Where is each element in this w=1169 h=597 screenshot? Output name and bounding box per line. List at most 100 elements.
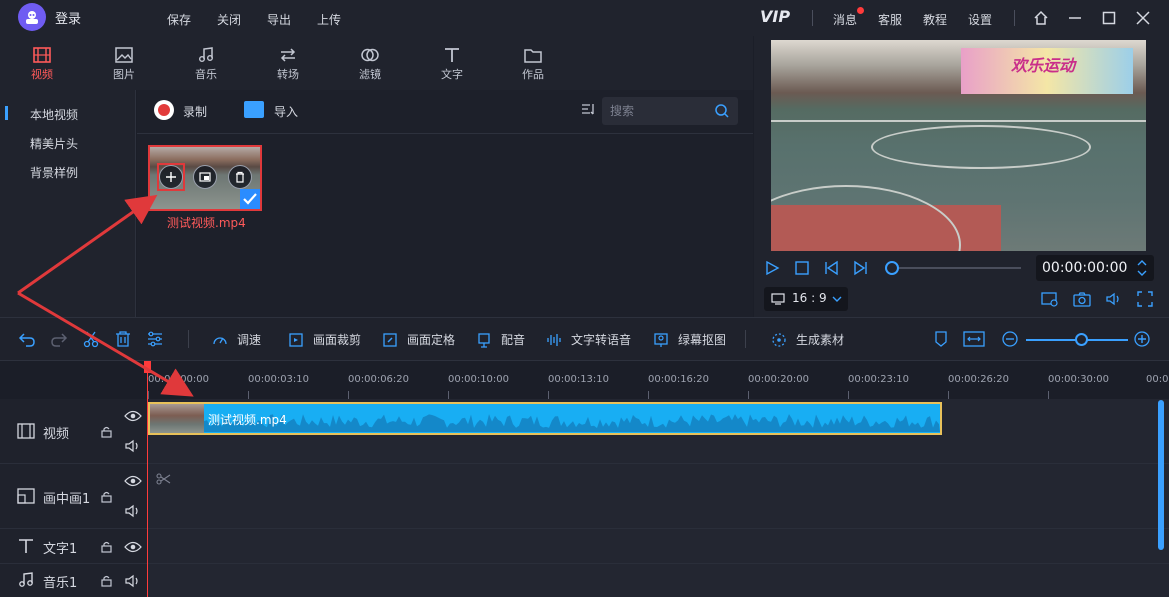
tab-video[interactable]: 视频: [17, 46, 67, 82]
playhead[interactable]: [147, 361, 148, 597]
marker-icon[interactable]: [934, 330, 948, 348]
track-lane-music[interactable]: [147, 564, 1169, 597]
upload-menu[interactable]: 上传: [317, 11, 341, 28]
search-icon[interactable]: [714, 103, 730, 119]
volume-icon[interactable]: [124, 439, 142, 453]
import-icon[interactable]: [244, 101, 264, 118]
seek-handle[interactable]: [885, 261, 899, 275]
export-menu[interactable]: 导出: [267, 11, 291, 28]
speed-button[interactable]: 调速: [237, 331, 261, 348]
support-menu[interactable]: 客服: [878, 11, 902, 28]
timecode-display[interactable]: 00:00:00:00: [1036, 255, 1154, 281]
eye-icon[interactable]: [124, 409, 142, 423]
tutorial-menu[interactable]: 教程: [923, 11, 947, 28]
vip-badge[interactable]: VIP: [760, 7, 790, 26]
sidebar-item-backgrounds[interactable]: 背景样例: [30, 164, 78, 181]
play-icon[interactable]: [764, 260, 780, 276]
dub-button[interactable]: 配音: [501, 331, 525, 348]
tab-works[interactable]: 作品: [508, 46, 558, 82]
volume-icon[interactable]: [1105, 291, 1123, 307]
zoom-in-icon[interactable]: [1133, 330, 1151, 348]
redo-icon[interactable]: [50, 330, 68, 348]
court-circle: [871, 125, 1091, 169]
lock-icon[interactable]: [101, 426, 112, 438]
crop-button[interactable]: 画面裁剪: [313, 331, 361, 348]
transition-icon: [280, 48, 296, 62]
record-icon[interactable]: [154, 100, 174, 120]
close-icon[interactable]: [1134, 9, 1152, 27]
timeline-clip-name: 测试视频.mp4: [208, 413, 287, 427]
tab-works-label: 作品: [522, 68, 544, 81]
freeze-button[interactable]: 画面定格: [407, 331, 455, 348]
dub-icon: [478, 333, 490, 348]
greenscreen-button[interactable]: 绿幕抠图: [678, 331, 726, 348]
chevron-down-icon: [832, 296, 842, 302]
home-icon[interactable]: [1032, 9, 1050, 27]
delete-icon[interactable]: [114, 330, 132, 348]
save-menu[interactable]: 保存: [167, 11, 191, 28]
media-clip-card[interactable]: [148, 145, 262, 211]
tick-label: 00:00:03:10: [248, 374, 310, 385]
vertical-scrollbar[interactable]: [1158, 400, 1164, 550]
track-header-text: 文字1: [0, 529, 147, 564]
eye-icon[interactable]: [124, 474, 142, 488]
snapshot-settings-icon[interactable]: [1041, 291, 1059, 307]
sort-icon[interactable]: [581, 102, 595, 116]
sidebar-item-intros[interactable]: 精美片头: [30, 135, 78, 152]
playhead-handle[interactable]: [144, 361, 151, 373]
camera-icon[interactable]: [1073, 291, 1091, 307]
separator: [188, 330, 189, 348]
lock-icon[interactable]: [101, 575, 112, 587]
stop-icon[interactable]: [794, 260, 810, 276]
track-lane-text[interactable]: [147, 529, 1169, 564]
tab-text[interactable]: 文字: [427, 46, 477, 82]
separator: [745, 330, 746, 348]
tab-music[interactable]: 音乐: [181, 46, 231, 82]
fit-width-icon[interactable]: [963, 330, 985, 348]
zoom-out-icon[interactable]: [1001, 330, 1019, 348]
volume-icon[interactable]: [124, 574, 142, 588]
zoom-handle[interactable]: [1075, 333, 1088, 346]
close-menu[interactable]: 关闭: [217, 11, 241, 28]
selected-check[interactable]: [240, 189, 260, 209]
maximize-icon[interactable]: [1100, 9, 1118, 27]
fullscreen-icon[interactable]: [1137, 291, 1153, 307]
delete-clip-button[interactable]: [228, 165, 252, 189]
folder-icon: [524, 49, 542, 63]
scissors-icon[interactable]: [82, 330, 100, 348]
minimize-icon[interactable]: [1066, 9, 1084, 27]
tick: [248, 391, 249, 399]
timecode-stepper-icon[interactable]: [1136, 258, 1148, 278]
tab-filter[interactable]: 滤镜: [345, 46, 395, 82]
track-lane-pip[interactable]: [147, 464, 1169, 529]
tab-transition[interactable]: 转场: [263, 46, 313, 82]
record-button[interactable]: 录制: [183, 103, 207, 120]
tick-label: 00:00:26:20: [948, 374, 1010, 385]
next-frame-icon[interactable]: [853, 260, 869, 276]
import-button[interactable]: 导入: [274, 103, 298, 120]
media-sidebar: 本地视频 精美片头 背景样例: [0, 90, 136, 317]
eye-icon[interactable]: [124, 540, 142, 554]
generate-button[interactable]: 生成素材: [796, 331, 844, 348]
adjust-icon[interactable]: [146, 330, 164, 348]
settings-menu[interactable]: 设置: [968, 11, 992, 28]
aspect-ratio-value: 16 : 9: [792, 291, 827, 305]
search-box[interactable]: [602, 97, 738, 125]
pip-button[interactable]: [193, 165, 217, 189]
tts-button[interactable]: 文字转语音: [571, 331, 631, 348]
login-link[interactable]: 登录: [55, 8, 81, 27]
undo-icon[interactable]: [18, 330, 36, 348]
timeline-clip[interactable]: 测试视频.mp4: [148, 402, 942, 435]
tab-image[interactable]: 图片: [99, 46, 149, 82]
lock-icon[interactable]: [101, 491, 112, 503]
prev-frame-icon[interactable]: [823, 260, 839, 276]
volume-icon[interactable]: [124, 504, 142, 518]
seek-bar[interactable]: [891, 267, 1021, 269]
music-icon: [199, 47, 213, 62]
messages-menu[interactable]: 消息: [833, 11, 857, 28]
lock-icon[interactable]: [101, 541, 112, 553]
search-input[interactable]: [610, 102, 710, 120]
sidebar-item-local-video[interactable]: 本地视频: [30, 106, 78, 123]
timeline-ruler[interactable]: 00:00:00:00 00:00:03:10 00:00:06:20 00:0…: [0, 361, 1169, 399]
aspect-ratio-select[interactable]: 16 : 9: [764, 287, 848, 311]
